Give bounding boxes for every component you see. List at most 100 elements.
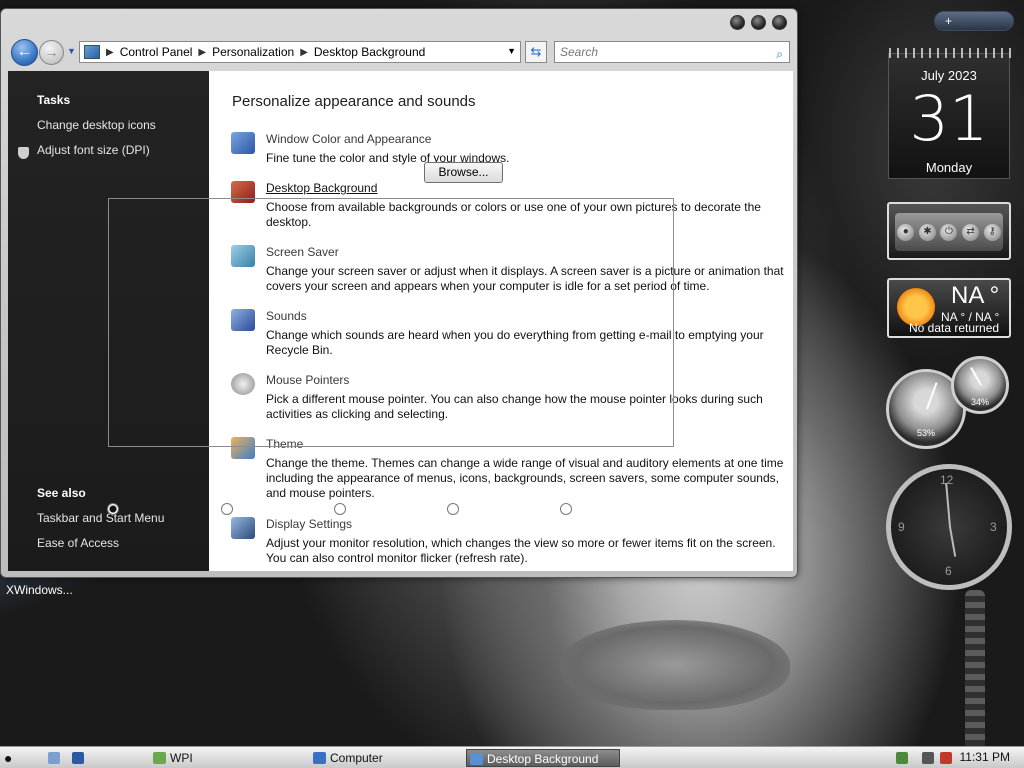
control-panel-icon [84, 45, 100, 59]
minute-hand [945, 483, 951, 528]
theme-icon [231, 437, 255, 459]
position-radio[interactable] [560, 503, 572, 515]
mouse-pointers-desc: Pick a different mouse pointer. You can … [266, 392, 763, 421]
mouse-icon [231, 373, 255, 395]
back-arrow-icon: ← [16, 43, 33, 60]
shutdown-gadget: ● ✱ ⏻ ⇄ ⚷ [887, 202, 1011, 260]
computer-icon [313, 752, 326, 764]
taskbar-item-label: WPI [170, 751, 193, 765]
window-color-link[interactable]: Window Color and Appearance [266, 132, 431, 146]
calendar-day: 31 [909, 82, 989, 155]
quicklaunch-window-icon[interactable] [72, 752, 84, 764]
volume-muted-icon[interactable] [940, 752, 952, 764]
window-controls [730, 15, 787, 30]
cpu-needle [926, 382, 938, 410]
control-panel-window: ← → ▼ ▶ Control Panel ▶ Personalization … [0, 8, 798, 578]
sounds-link[interactable]: Sounds [266, 309, 307, 323]
taskbar-item-computer[interactable]: Computer [310, 749, 460, 767]
refresh-icon: ⇆ [530, 44, 542, 59]
weather-status: No data returned [909, 321, 1000, 335]
forward-button[interactable]: → [39, 40, 64, 65]
display-icon [231, 517, 255, 539]
address-bar[interactable]: ▶ Control Panel ▶ Personalization ▶ Desk… [79, 41, 521, 63]
breadcrumb-control-panel[interactable]: Control Panel [120, 45, 193, 59]
taskbar: ● WPI Computer Desktop Background 11:31 … [0, 746, 1024, 768]
taskbar-item-desktop-background[interactable]: Desktop Background [466, 749, 620, 767]
security-tray-icon[interactable] [922, 752, 934, 764]
lock-icon[interactable]: ● [897, 223, 915, 241]
back-button[interactable]: ← [11, 39, 38, 66]
calendar-month: July 2023 [921, 68, 977, 83]
calendar-gadget[interactable]: July 2023 31 Monday [888, 48, 1011, 179]
forward-arrow-icon: → [44, 44, 59, 60]
search-icon[interactable]: ⌕ [776, 44, 783, 64]
breadcrumb-separator-icon: ▶ [106, 46, 114, 58]
screen-saver-link[interactable]: Screen Saver [266, 245, 339, 259]
position-radio[interactable] [221, 503, 233, 515]
key-icon[interactable]: ⚷ [983, 223, 1001, 241]
breadcrumb-separator-icon: ▶ [198, 46, 207, 58]
display-settings-desc: Adjust your monitor resolution, which ch… [266, 536, 776, 565]
minimize-button[interactable] [730, 15, 745, 30]
search-placeholder: Search [560, 45, 599, 59]
close-button[interactable] [772, 15, 787, 30]
taskbar-item-wpi[interactable]: WPI [150, 749, 300, 767]
gadget-toolbar[interactable]: + [934, 11, 1014, 31]
refresh-button[interactable]: ⇆ [525, 41, 547, 63]
breadcrumb-desktop-background[interactable]: Desktop Background [314, 45, 425, 59]
memory-gauge: 34% [951, 356, 1009, 414]
recent-pages-dropdown[interactable]: ▼ [67, 46, 76, 56]
calendar-rings-icon [889, 48, 1011, 58]
clock-gadget: 12 3 6 9 [886, 464, 1012, 590]
apple-logo-icon: ● [4, 750, 13, 766]
add-gadget-icon[interactable]: + [945, 14, 952, 28]
position-radio[interactable] [334, 503, 346, 515]
memory-value: 34% [970, 397, 989, 407]
cpu-value: 53% [916, 428, 935, 438]
weather-temp: NA ° [951, 282, 1000, 309]
main-content: Personalize appearance and sounds Window… [209, 71, 793, 571]
change-desktop-icons-link[interactable]: Change desktop icons [37, 118, 156, 132]
position-radio[interactable] [447, 503, 459, 515]
theme-link[interactable]: Theme [266, 437, 303, 451]
address-dropdown-icon[interactable]: ▼ [507, 46, 516, 56]
ease-of-access-link[interactable]: Ease of Access [37, 536, 119, 550]
xwindows-label[interactable]: XWindows... [6, 583, 73, 597]
search-input[interactable]: Search ⌕ [554, 41, 790, 63]
clock-number: 9 [898, 520, 905, 534]
taskbar-clock[interactable]: 11:31 PM [960, 750, 1010, 764]
tasks-heading: Tasks [37, 93, 71, 107]
hour-hand [949, 526, 957, 557]
see-also-heading: See also [37, 486, 86, 500]
desktop-background-link[interactable]: Desktop Background [266, 181, 377, 195]
mouse-pointers-link[interactable]: Mouse Pointers [266, 373, 349, 387]
task-pane: Tasks Change desktop icons Adjust font s… [8, 71, 209, 571]
display-settings-link[interactable]: Display Settings [266, 517, 352, 531]
weather-gadget[interactable]: NA ° NA ° / NA ° No data returned [887, 278, 1011, 338]
clock-number: 3 [990, 520, 997, 534]
taskbar-item-label: Computer [330, 751, 383, 765]
sleep-icon[interactable]: ✱ [918, 223, 936, 241]
desktop-background-icon [231, 181, 255, 203]
uac-shield-icon [18, 147, 29, 159]
shutdown-buttons: ● ✱ ⏻ ⇄ ⚷ [895, 213, 1003, 251]
wallpaper-lips [560, 620, 790, 710]
maximize-button[interactable] [751, 15, 766, 30]
desktop-background-icon [470, 753, 483, 765]
position-radio-selected[interactable] [107, 503, 119, 515]
adjust-font-size-link[interactable]: Adjust font size (DPI) [37, 143, 150, 157]
calendar-weekday: Monday [925, 160, 973, 175]
taskbar-start-menu-link[interactable]: Taskbar and Start Menu [37, 511, 164, 525]
decorative-chain [965, 590, 985, 750]
breadcrumb-separator-icon: ▶ [300, 46, 308, 58]
window-color-desc: Fine tune the color and style of your wi… [266, 151, 510, 165]
quicklaunch-desktop-icon[interactable] [48, 752, 60, 764]
power-icon[interactable]: ⏻ [940, 223, 958, 241]
breadcrumb-personalization[interactable]: Personalization [212, 45, 294, 59]
network-tray-icon[interactable] [896, 752, 908, 764]
wpi-icon [153, 752, 166, 764]
browse-button[interactable]: Browse... [424, 162, 503, 183]
start-button[interactable]: ● [4, 749, 26, 767]
window-color-icon [231, 132, 255, 154]
switch-user-icon[interactable]: ⇄ [962, 223, 980, 241]
